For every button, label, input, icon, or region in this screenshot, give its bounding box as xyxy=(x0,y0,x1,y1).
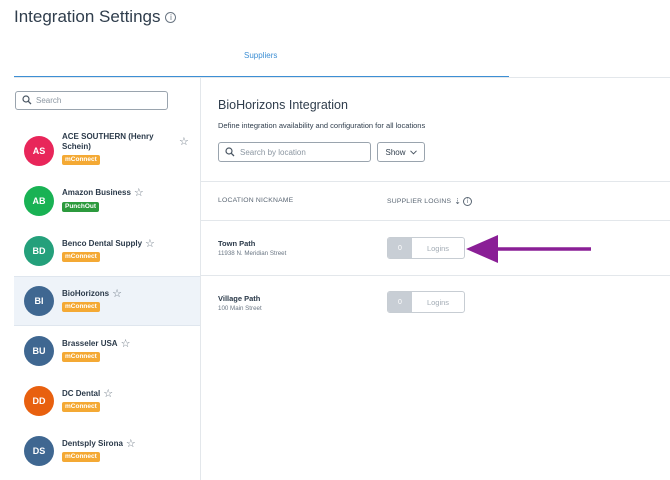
favorite-star-icon[interactable]: ☆ xyxy=(134,188,144,199)
page-title: Integration Settings i xyxy=(14,7,177,27)
supplier-name-row: DC Dental ☆ xyxy=(62,389,113,400)
supplier-item-dc-dental[interactable]: DD DC Dental ☆ mConnect xyxy=(14,376,200,426)
supplier-item-benco[interactable]: BD Benco Dental Supply ☆ mConnect xyxy=(14,226,200,276)
column-header-location: LOCATION NICKNAME xyxy=(218,197,293,204)
supplier-badge: mConnect xyxy=(62,452,100,462)
location-search-input[interactable] xyxy=(240,146,365,159)
avatar: BU xyxy=(24,336,54,366)
tab-suppliers[interactable]: Suppliers xyxy=(244,51,277,60)
supplier-name: Brasseler USA xyxy=(62,339,118,348)
supplier-name: DC Dental xyxy=(62,389,101,398)
favorite-star-icon[interactable]: ☆ xyxy=(112,289,122,300)
supplier-search[interactable] xyxy=(15,91,168,110)
logins-count: 0 xyxy=(388,238,412,258)
supplier-sidebar: AS ACE SOUTHERN (Henry Schein) ☆ mConnec… xyxy=(14,78,201,480)
chevron-down-icon xyxy=(409,149,417,155)
avatar: AB xyxy=(24,186,54,216)
show-dropdown-label: Show xyxy=(385,147,406,157)
info-icon[interactable]: i xyxy=(463,197,473,206)
supplier-name: BioHorizons xyxy=(62,289,110,298)
supplier-badge: mConnect xyxy=(62,352,100,362)
supplier-name-row: BioHorizons ☆ xyxy=(62,289,122,300)
table-divider xyxy=(201,181,670,182)
supplier-name-row: Amazon Business ☆ xyxy=(62,188,144,199)
supplier-item-amazon-business[interactable]: AB Amazon Business ☆ PunchOut xyxy=(14,176,200,226)
page-title-text: Integration Settings xyxy=(14,7,161,26)
logins-label: Logins xyxy=(426,243,450,253)
supplier-badge: PunchOut xyxy=(62,202,100,212)
supplier-name-row: Brasseler USA ☆ xyxy=(62,339,131,350)
sort-arrow-icon[interactable]: ⇣ xyxy=(454,197,461,206)
column-header-logins[interactable]: SUPPLIER LOGINS ⇣ i xyxy=(387,197,473,206)
supplier-name-row: Benco Dental Supply ☆ xyxy=(62,239,155,250)
integration-description: Define integration availability and conf… xyxy=(218,121,426,130)
tab-active-indicator xyxy=(14,76,509,77)
favorite-star-icon[interactable]: ☆ xyxy=(145,239,155,250)
avatar: BD xyxy=(24,236,54,266)
supplier-item-ace-southern[interactable]: AS ACE SOUTHERN (Henry Schein) ☆ mConnec… xyxy=(14,126,200,176)
favorite-star-icon[interactable]: ☆ xyxy=(121,339,131,350)
supplier-name: Benco Dental Supply xyxy=(62,239,143,248)
avatar: AS xyxy=(24,136,54,166)
supplier-name-row: Dentsply Sirona ☆ xyxy=(62,439,136,450)
search-icon xyxy=(225,147,235,157)
logins-button[interactable]: 0 Logins xyxy=(387,237,465,259)
supplier-name: Dentsply Sirona xyxy=(62,439,123,448)
supplier-badge: mConnect xyxy=(62,155,100,165)
supplier-item-biohorizons[interactable]: BI BioHorizons ☆ mConnect xyxy=(14,276,200,326)
avatar: DS xyxy=(24,436,54,466)
location-address: 11938 N. Meridian Street xyxy=(218,250,287,257)
location-name: Village Path xyxy=(218,294,261,303)
table-divider xyxy=(201,275,670,276)
show-dropdown[interactable]: Show xyxy=(377,142,425,162)
info-icon[interactable]: i xyxy=(165,11,177,23)
supplier-badge: mConnect xyxy=(62,252,100,262)
favorite-star-icon[interactable]: ☆ xyxy=(179,135,189,148)
column-header-location-label: LOCATION NICKNAME xyxy=(218,197,294,204)
location-search[interactable] xyxy=(218,142,371,162)
logins-count: 0 xyxy=(388,292,412,312)
supplier-item-brasseler[interactable]: BU Brasseler USA ☆ mConnect xyxy=(14,326,200,376)
supplier-item-dentsply[interactable]: DS Dentsply Sirona ☆ mConnect xyxy=(14,426,200,476)
search-icon xyxy=(22,95,32,105)
supplier-badge: mConnect xyxy=(62,302,100,312)
supplier-badge: mConnect xyxy=(62,402,100,412)
table-divider xyxy=(201,220,670,221)
supplier-search-input[interactable] xyxy=(36,94,161,107)
avatar: DD xyxy=(24,386,54,416)
annotation-arrow-icon xyxy=(466,235,591,263)
supplier-name: ACE SOUTHERN (Henry Schein) xyxy=(62,132,154,151)
logins-button[interactable]: 0 Logins xyxy=(387,291,465,313)
logins-label: Logins xyxy=(426,297,450,307)
avatar: BI xyxy=(24,286,54,316)
favorite-star-icon[interactable]: ☆ xyxy=(103,389,113,400)
integration-title: BioHorizons Integration xyxy=(218,98,348,112)
location-address: 100 Main Street xyxy=(218,305,262,312)
location-name: Town Path xyxy=(218,239,256,248)
favorite-star-icon[interactable]: ☆ xyxy=(126,439,136,450)
column-header-logins-label: SUPPLIER LOGINS xyxy=(387,198,452,205)
supplier-name: Amazon Business xyxy=(62,188,131,197)
